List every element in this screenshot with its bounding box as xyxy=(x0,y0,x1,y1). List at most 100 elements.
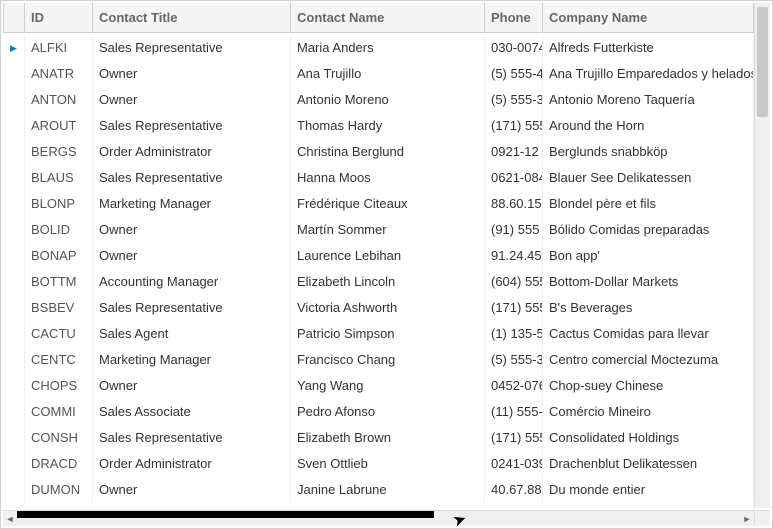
cell-contact-title[interactable]: Sales Agent xyxy=(93,321,291,347)
cell-phone[interactable]: (171) 555 xyxy=(485,295,543,321)
horizontal-scrollbar[interactable]: ◄ ► xyxy=(3,510,754,526)
cell-phone[interactable]: 40.67.88.8 xyxy=(485,477,543,503)
cell-company-name[interactable]: Blondel père et fils xyxy=(543,191,754,217)
row-indicator[interactable] xyxy=(3,399,25,425)
column-header-company-name[interactable]: Company Name xyxy=(543,3,754,33)
row-indicator[interactable] xyxy=(3,243,25,269)
row-indicator[interactable] xyxy=(3,373,25,399)
row-indicator[interactable] xyxy=(3,139,25,165)
cell-id[interactable]: DRACD xyxy=(25,451,93,477)
cell-contact-title[interactable]: Marketing Manager xyxy=(93,191,291,217)
cell-id[interactable]: AROUT xyxy=(25,113,93,139)
cell-phone[interactable]: (171) 555 xyxy=(485,113,543,139)
cell-id[interactable]: CACTU xyxy=(25,321,93,347)
cell-id[interactable]: COMMI xyxy=(25,399,93,425)
cell-id[interactable]: DUMON xyxy=(25,477,93,503)
row-indicator[interactable] xyxy=(3,269,25,295)
cell-contact-name[interactable]: Christina Berglund xyxy=(291,139,485,165)
cell-contact-name[interactable]: Pedro Afonso xyxy=(291,399,485,425)
cell-id[interactable]: ANATR xyxy=(25,61,93,87)
cell-id[interactable]: BERGS xyxy=(25,139,93,165)
cell-id[interactable]: BLONP xyxy=(25,191,93,217)
cell-contact-title[interactable]: Sales Associate xyxy=(93,399,291,425)
cell-contact-name[interactable]: Maria Anders xyxy=(291,35,485,61)
column-header-contact-title[interactable]: Contact Title xyxy=(93,3,291,33)
row-indicator[interactable] xyxy=(3,477,25,503)
row-indicator[interactable] xyxy=(3,425,25,451)
cell-phone[interactable]: (91) 555 2 xyxy=(485,217,543,243)
cell-company-name[interactable]: Bottom-Dollar Markets xyxy=(543,269,754,295)
cell-id[interactable]: CHOPS xyxy=(25,373,93,399)
cell-id[interactable]: BLAUS xyxy=(25,165,93,191)
row-indicator[interactable]: ▶ xyxy=(3,35,25,61)
column-header-phone[interactable]: Phone xyxy=(485,3,543,33)
cell-company-name[interactable]: Consolidated Holdings xyxy=(543,425,754,451)
cell-contact-name[interactable]: Martín Sommer xyxy=(291,217,485,243)
row-indicator[interactable] xyxy=(3,87,25,113)
row-indicator[interactable] xyxy=(3,165,25,191)
cell-id[interactable]: CONSH xyxy=(25,425,93,451)
cell-company-name[interactable]: Berglunds snabbköp xyxy=(543,139,754,165)
cell-contact-name[interactable]: Victoria Ashworth xyxy=(291,295,485,321)
cell-phone[interactable]: (5) 555-33 xyxy=(485,347,543,373)
row-indicator[interactable] xyxy=(3,113,25,139)
cell-contact-name[interactable]: Yang Wang xyxy=(291,373,485,399)
hscroll-right-arrow-icon[interactable]: ► xyxy=(740,511,754,526)
cell-contact-title[interactable]: Owner xyxy=(93,87,291,113)
cell-company-name[interactable]: Bon app' xyxy=(543,243,754,269)
cell-contact-title[interactable]: Owner xyxy=(93,243,291,269)
cell-contact-title[interactable]: Accounting Manager xyxy=(93,269,291,295)
cell-phone[interactable]: (5) 555-39 xyxy=(485,87,543,113)
cell-contact-name[interactable]: Thomas Hardy xyxy=(291,113,485,139)
hscroll-left-arrow-icon[interactable]: ◄ xyxy=(3,511,17,526)
cell-contact-title[interactable]: Sales Representative xyxy=(93,165,291,191)
row-indicator[interactable] xyxy=(3,61,25,87)
column-header-selector[interactable] xyxy=(3,3,25,33)
cell-id[interactable]: ALFKI xyxy=(25,35,93,61)
cell-contact-name[interactable]: Janine Labrune xyxy=(291,477,485,503)
cell-company-name[interactable]: Du monde entier xyxy=(543,477,754,503)
row-indicator[interactable] xyxy=(3,217,25,243)
cell-contact-name[interactable]: Elizabeth Brown xyxy=(291,425,485,451)
cell-company-name[interactable]: Centro comercial Moctezuma xyxy=(543,347,754,373)
cell-company-name[interactable]: B's Beverages xyxy=(543,295,754,321)
column-header-id[interactable]: ID xyxy=(25,3,93,33)
cell-id[interactable]: BONAP xyxy=(25,243,93,269)
cell-company-name[interactable]: Comércio Mineiro xyxy=(543,399,754,425)
cell-contact-name[interactable]: Patricio Simpson xyxy=(291,321,485,347)
row-indicator[interactable] xyxy=(3,191,25,217)
horizontal-scrollbar-thumb[interactable] xyxy=(17,511,434,518)
cell-company-name[interactable]: Blauer See Delikatessen xyxy=(543,165,754,191)
row-indicator[interactable] xyxy=(3,321,25,347)
cell-contact-title[interactable]: Owner xyxy=(93,373,291,399)
cell-contact-name[interactable]: Frédérique Citeaux xyxy=(291,191,485,217)
cell-id[interactable]: ANTON xyxy=(25,87,93,113)
cell-contact-title[interactable]: Owner xyxy=(93,61,291,87)
cell-contact-title[interactable]: Owner xyxy=(93,217,291,243)
cell-contact-title[interactable]: Sales Representative xyxy=(93,425,291,451)
cell-phone[interactable]: 0241-039 xyxy=(485,451,543,477)
cell-company-name[interactable]: Ana Trujillo Emparedados y helados xyxy=(543,61,754,87)
cell-contact-title[interactable]: Sales Representative xyxy=(93,113,291,139)
cell-company-name[interactable]: Alfreds Futterkiste xyxy=(543,35,754,61)
cell-contact-title[interactable]: Sales Representative xyxy=(93,35,291,61)
row-indicator[interactable] xyxy=(3,451,25,477)
cell-phone[interactable]: 0921-12 3 xyxy=(485,139,543,165)
cell-id[interactable]: BSBEV xyxy=(25,295,93,321)
cell-contact-title[interactable]: Order Administrator xyxy=(93,451,291,477)
cell-contact-title[interactable]: Order Administrator xyxy=(93,139,291,165)
cell-contact-title[interactable]: Owner xyxy=(93,477,291,503)
cell-company-name[interactable]: Around the Horn xyxy=(543,113,754,139)
vertical-scrollbar-thumb[interactable] xyxy=(757,7,768,117)
cell-company-name[interactable]: Chop-suey Chinese xyxy=(543,373,754,399)
cell-phone[interactable]: 0452-076 xyxy=(485,373,543,399)
cell-company-name[interactable]: Drachenblut Delikatessen xyxy=(543,451,754,477)
cell-phone[interactable]: 030-0074 xyxy=(485,35,543,61)
cell-contact-title[interactable]: Sales Representative xyxy=(93,295,291,321)
cell-company-name[interactable]: Bólido Comidas preparadas xyxy=(543,217,754,243)
cell-company-name[interactable]: Antonio Moreno Taquería xyxy=(543,87,754,113)
cell-id[interactable]: CENTC xyxy=(25,347,93,373)
cell-id[interactable]: BOLID xyxy=(25,217,93,243)
cell-phone[interactable]: (5) 555-47 xyxy=(485,61,543,87)
row-indicator[interactable] xyxy=(3,347,25,373)
